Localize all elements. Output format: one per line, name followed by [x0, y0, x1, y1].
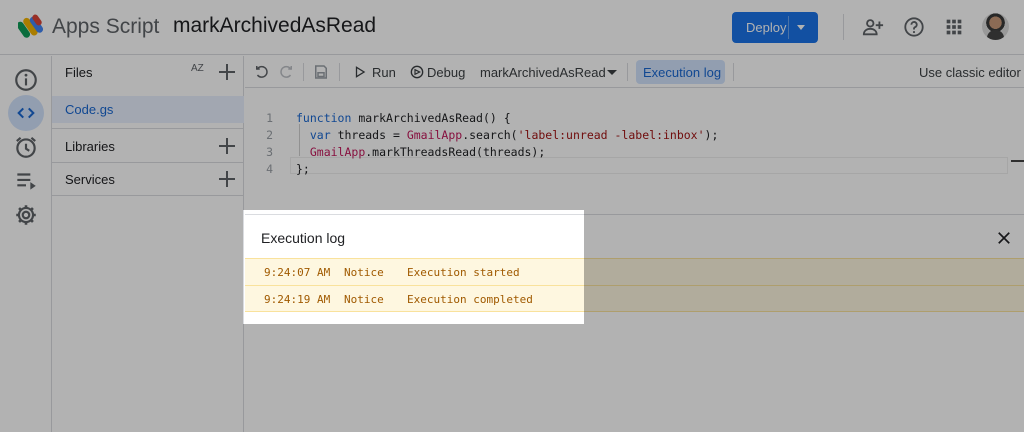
execution-log-title: Execution log	[261, 230, 346, 246]
spotlight-overlay	[243, 324, 584, 432]
spotlight-overlay	[0, 210, 243, 432]
log-time: 9:24:07 AM	[264, 266, 331, 279]
spotlight-overlay	[0, 0, 1024, 210]
log-level: Notice	[344, 293, 384, 306]
spotlight-overlay	[584, 210, 1024, 432]
log-time: 9:24:19 AM	[264, 293, 331, 306]
log-level: Notice	[344, 266, 384, 279]
log-message: Execution completed	[407, 293, 533, 306]
log-message: Execution started	[407, 266, 520, 279]
